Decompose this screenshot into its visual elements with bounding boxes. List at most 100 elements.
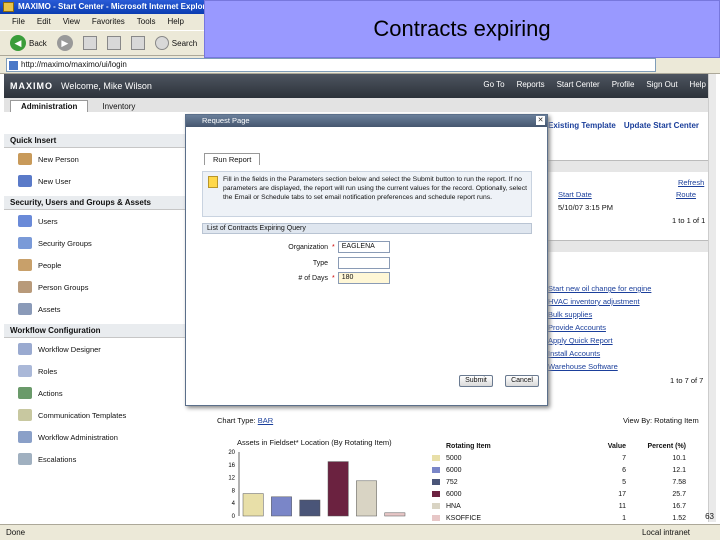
organization-row: Organization * EAGLENA	[202, 241, 390, 253]
tab-run-report[interactable]: Run Report	[204, 153, 261, 165]
home-icon[interactable]	[130, 36, 145, 50]
list-item-assets[interactable]: Assets	[4, 298, 186, 320]
welcome-text: Welcome, Mike Wilson	[61, 81, 152, 91]
days-field[interactable]: 180	[337, 272, 390, 284]
dialog-title-bar: Request Page ✕	[186, 115, 547, 127]
legend-value: 17	[618, 490, 626, 498]
legend-row: 6000 17 25.7	[428, 488, 714, 500]
user-icon	[18, 175, 32, 187]
list-item-workflow-designer[interactable]: Workflow Designer	[4, 338, 186, 360]
y-tick-label: 20	[228, 450, 235, 456]
menu-tools[interactable]: Tools	[137, 14, 156, 30]
workflow-admin-icon	[18, 431, 32, 443]
list-item-people[interactable]: People	[4, 254, 186, 276]
submit-button[interactable]: Submit	[459, 375, 493, 387]
y-tick-label: 12	[228, 476, 235, 482]
parameters-section: List of Contracts Expiring Query	[202, 223, 532, 234]
back-arrow-icon: ◀	[10, 35, 26, 51]
address-input[interactable]: http://maximo/maximo/ui/login	[6, 57, 656, 72]
list-item[interactable]: Start new oil change for engine	[548, 284, 651, 293]
required-marker: *	[332, 274, 335, 282]
list-item-person-groups[interactable]: Person Groups	[4, 276, 186, 298]
menu-file[interactable]: File	[12, 14, 25, 30]
legend-row: 752 5 7.58	[428, 476, 714, 488]
list-item-new-person[interactable]: New Person	[4, 148, 186, 170]
chart-type-value[interactable]: BAR	[258, 416, 273, 425]
start-date-header[interactable]: Start Date	[558, 190, 592, 199]
legend-value: 11	[618, 502, 626, 510]
update-start-center-link[interactable]: Update Start Center	[624, 121, 699, 130]
days-label: # of Days	[298, 274, 328, 282]
list-item-communication-templates[interactable]: Communication Templates	[4, 404, 186, 426]
menu-view[interactable]: View	[63, 14, 80, 30]
list-item-new-user[interactable]: New User	[4, 170, 186, 192]
actions-icon	[18, 387, 32, 399]
nav-sign-out[interactable]: Sign Out	[646, 80, 677, 89]
legend-name: KSOFFICE	[446, 514, 482, 522]
list-item[interactable]: Bulk supplies	[548, 310, 592, 319]
workflow-header: Workflow Configuration	[4, 324, 186, 338]
status-zone: Local intranet	[641, 528, 690, 537]
status-bar: Done Local intranet	[0, 524, 720, 540]
list-item[interactable]: HVAC inventory adjustment	[548, 297, 640, 306]
tab-inventory[interactable]: Inventory	[92, 101, 145, 112]
list-item[interactable]: Install Accounts	[548, 349, 600, 358]
info-icon	[208, 176, 218, 188]
list-item-actions[interactable]: Actions	[4, 382, 186, 404]
nav-reports[interactable]: Reports	[517, 80, 545, 89]
tab-administration[interactable]: Administration	[10, 100, 89, 112]
search-button[interactable]: Search	[154, 36, 197, 50]
nav-help[interactable]: Help	[690, 80, 706, 89]
legend-swatch	[432, 479, 440, 485]
organization-field[interactable]: EAGLENA	[337, 241, 390, 253]
start-date-value: 5/10/07 3:15 PM	[558, 203, 614, 212]
stop-icon[interactable]	[82, 36, 97, 50]
search-icon	[154, 36, 169, 50]
legend-percent: 12.1	[672, 466, 686, 474]
legend-percent: 10.1	[672, 454, 686, 462]
nav-goto[interactable]: Go To	[483, 80, 504, 89]
bar-HNA	[356, 480, 377, 517]
list-item-users[interactable]: Users	[4, 210, 186, 232]
existing-template-link[interactable]: Existing Template	[548, 121, 616, 130]
start-center-links: Existing Template Update Start Center	[548, 115, 716, 135]
route-header[interactable]: Route	[676, 190, 696, 199]
legend-row: HNA 11 16.7	[428, 500, 714, 512]
legend-percent: 1.52	[672, 514, 686, 522]
list-item[interactable]: Warehouse Software	[548, 362, 618, 371]
list-item-workflow-administration[interactable]: Workflow Administration	[4, 426, 186, 448]
count-label: 1 to 7 of 7	[670, 376, 704, 385]
back-button[interactable]: ◀ Back	[10, 35, 47, 51]
menu-help[interactable]: Help	[167, 14, 183, 30]
legend-name: 6000	[446, 466, 462, 474]
type-field[interactable]	[337, 257, 390, 269]
list-item-escalations[interactable]: Escalations	[4, 448, 186, 470]
maximo-logo: MAXIMO	[10, 81, 53, 91]
forward-arrow-icon[interactable]: ▶	[56, 35, 73, 51]
legend-row: 6000 6 12.1	[428, 464, 714, 476]
list-item-roles[interactable]: Roles	[4, 360, 186, 382]
nav-profile[interactable]: Profile	[612, 80, 635, 89]
refresh-icon[interactable]	[106, 36, 121, 50]
refresh-link[interactable]: Refresh	[678, 178, 704, 187]
quick-insert-header: Quick Insert	[4, 134, 186, 148]
view-by-label[interactable]: View By: Rotating Item	[623, 416, 699, 425]
list-item[interactable]: Provide Accounts	[548, 323, 606, 332]
list-item[interactable]: Apply Quick Report	[548, 336, 613, 345]
menu-edit[interactable]: Edit	[37, 14, 51, 30]
legend-swatch	[432, 503, 440, 509]
asset-icon	[18, 303, 32, 315]
escalation-icon	[18, 453, 32, 465]
legend-row: 5000 7 10.1	[428, 452, 714, 464]
legend-percent: 16.7	[672, 502, 686, 510]
vertical-scrollbar[interactable]	[708, 74, 716, 522]
cancel-button[interactable]: Cancel	[505, 375, 539, 387]
type-label: Type	[312, 259, 328, 267]
menu-favorites[interactable]: Favorites	[92, 14, 125, 30]
close-icon[interactable]: ✕	[536, 116, 545, 125]
nav-start-center[interactable]: Start Center	[557, 80, 600, 89]
days-row: # of Days * 180	[202, 272, 390, 284]
list-item-security-groups[interactable]: Security Groups	[4, 232, 186, 254]
legend-header-row: Rotating Item Value Percent (%)	[446, 442, 686, 450]
bar-KSOFFICE	[384, 512, 406, 517]
